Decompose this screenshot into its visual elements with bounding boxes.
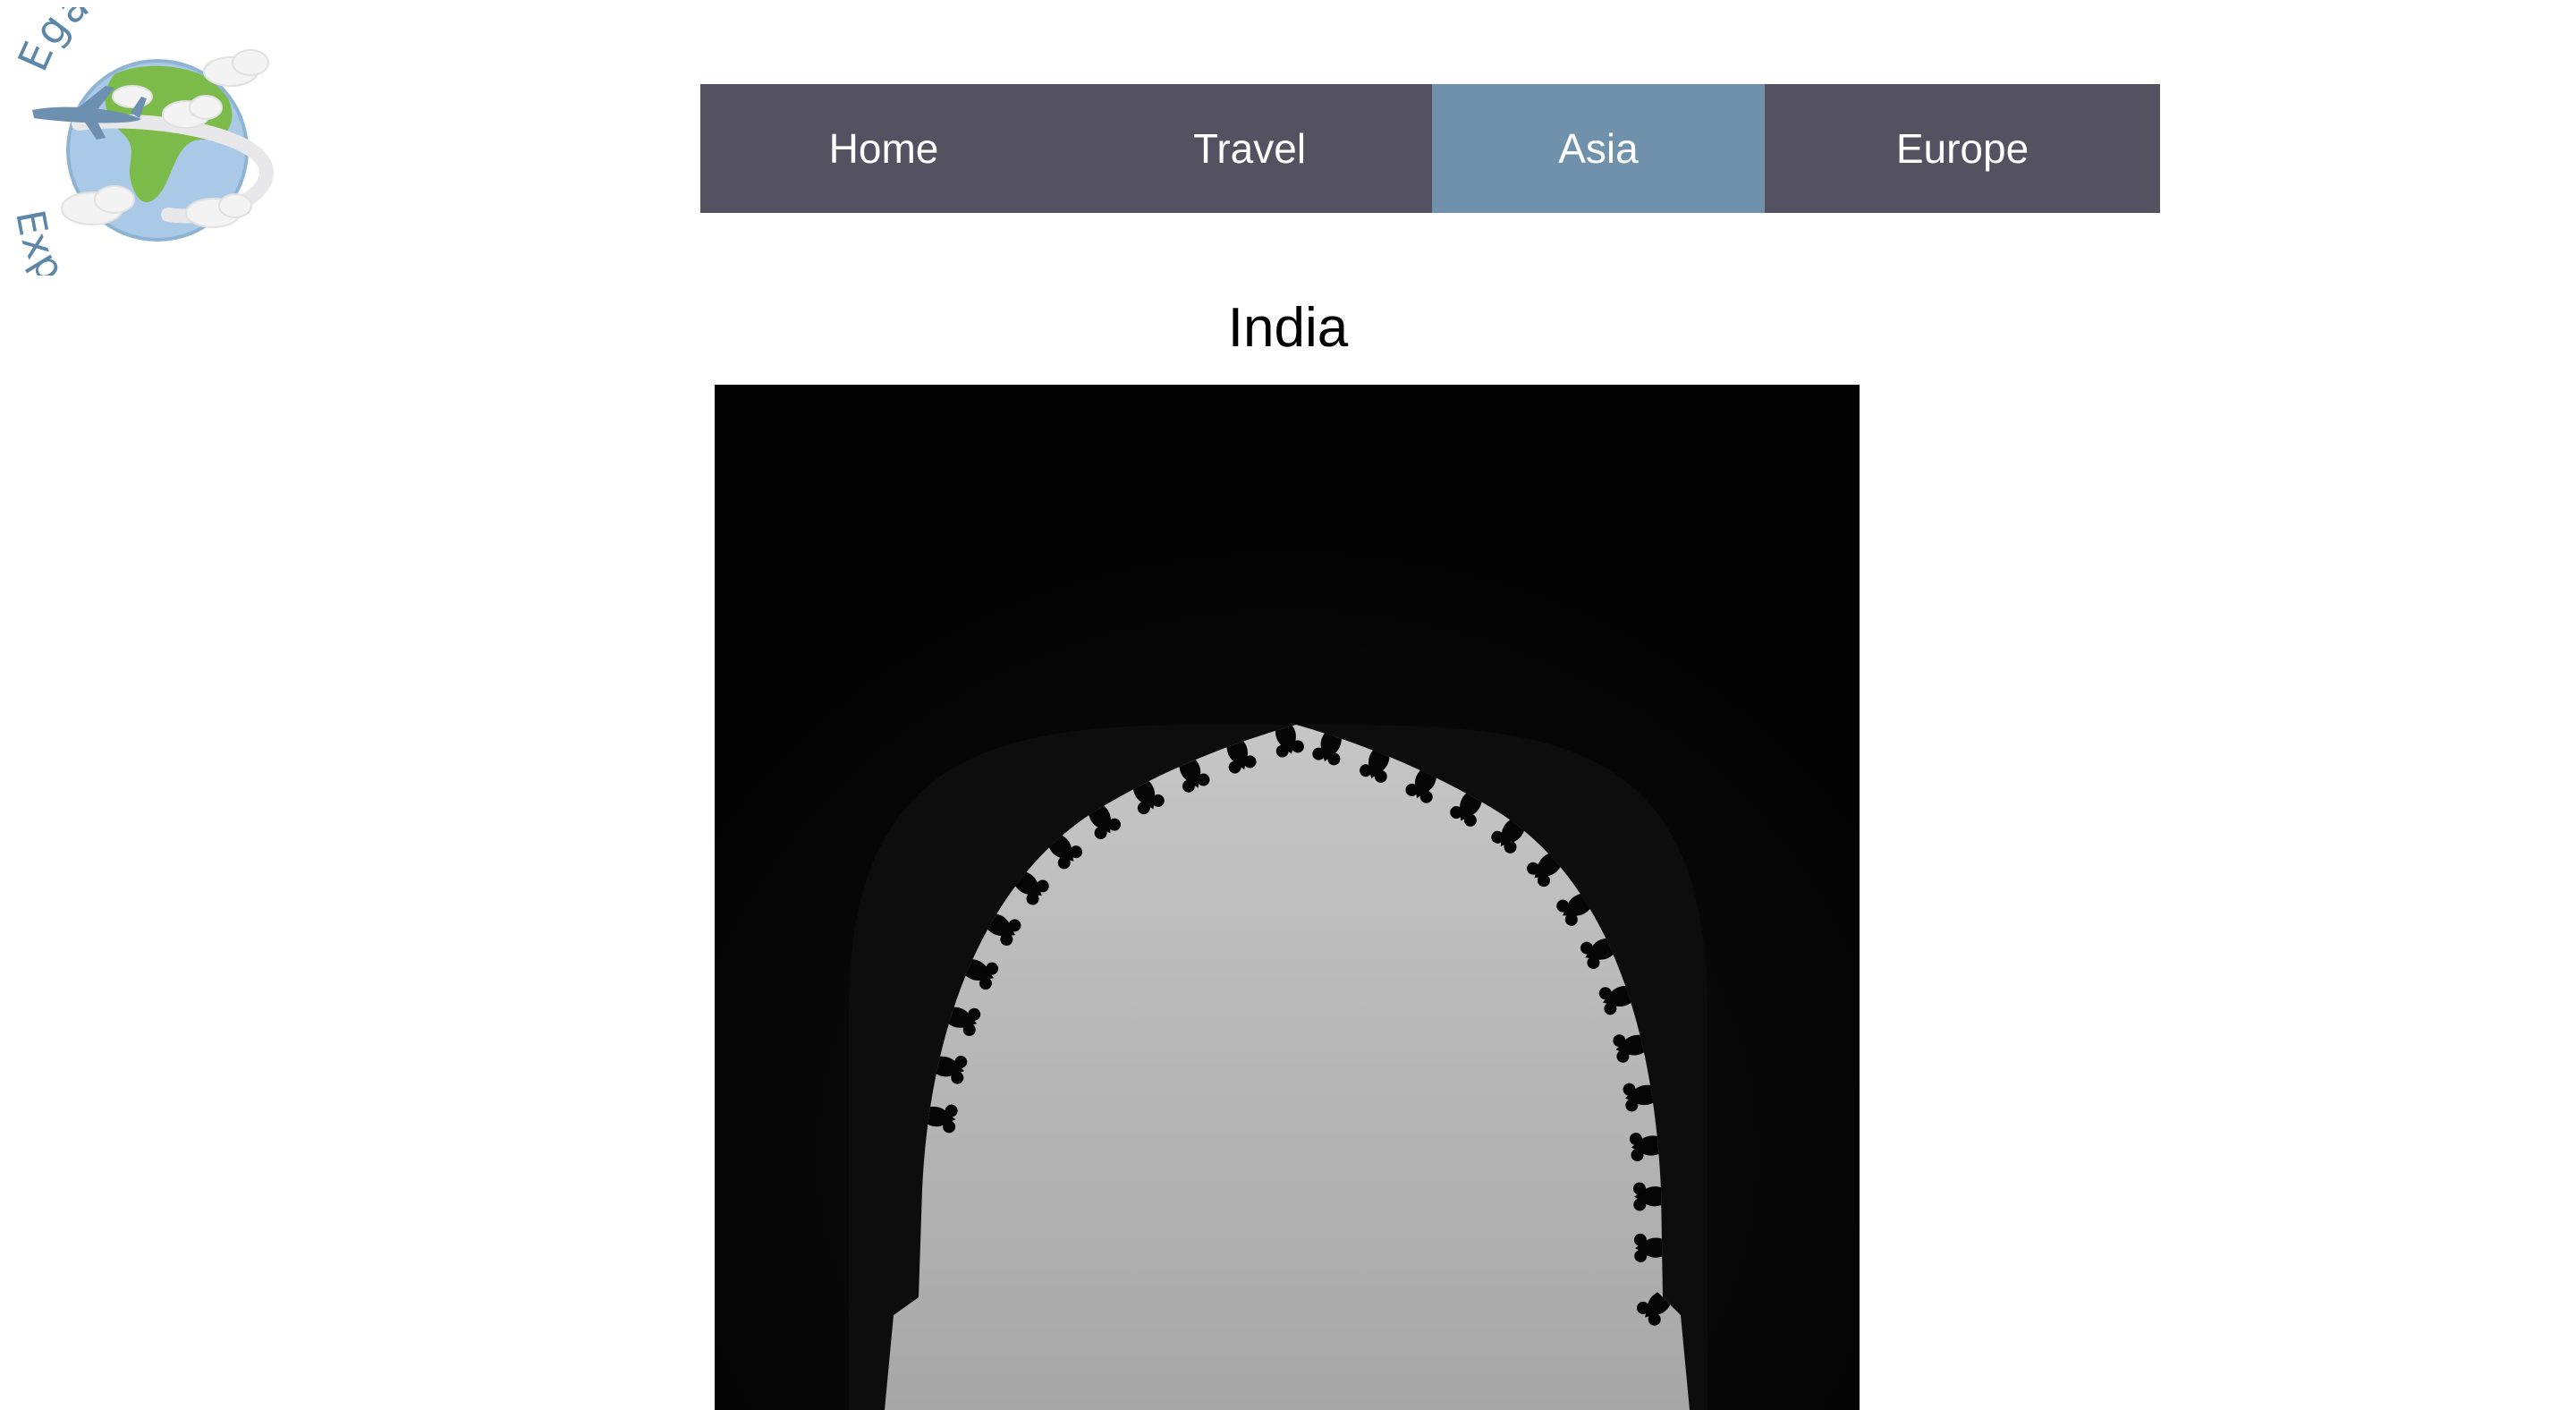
nav-item-label: Travel bbox=[1192, 125, 1307, 172]
nav-item-europe[interactable]: Europe bbox=[1765, 84, 2160, 213]
nav-item-travel[interactable]: Travel bbox=[1067, 84, 1432, 213]
page-title: India bbox=[1227, 297, 1349, 359]
nav-item-label: Home bbox=[828, 125, 939, 172]
arch-photo bbox=[715, 385, 1860, 1410]
nav-item-asia[interactable]: Asia bbox=[1432, 84, 1765, 213]
site-logo[interactable]: Egan's Expeditions bbox=[6, 0, 311, 352]
nav-item-label: Asia bbox=[1558, 125, 1639, 172]
arch-silhouette-image bbox=[715, 385, 1860, 1410]
globe-logo-icon: Egan's Expeditions bbox=[6, 0, 275, 352]
main-nav: Home Travel Asia Europe bbox=[700, 84, 2160, 213]
page: Egan's Expeditions Home Travel Asia Euro… bbox=[0, 0, 2576, 1410]
nav-item-home[interactable]: Home bbox=[700, 84, 1067, 213]
nav-item-label: Europe bbox=[1895, 125, 2029, 172]
